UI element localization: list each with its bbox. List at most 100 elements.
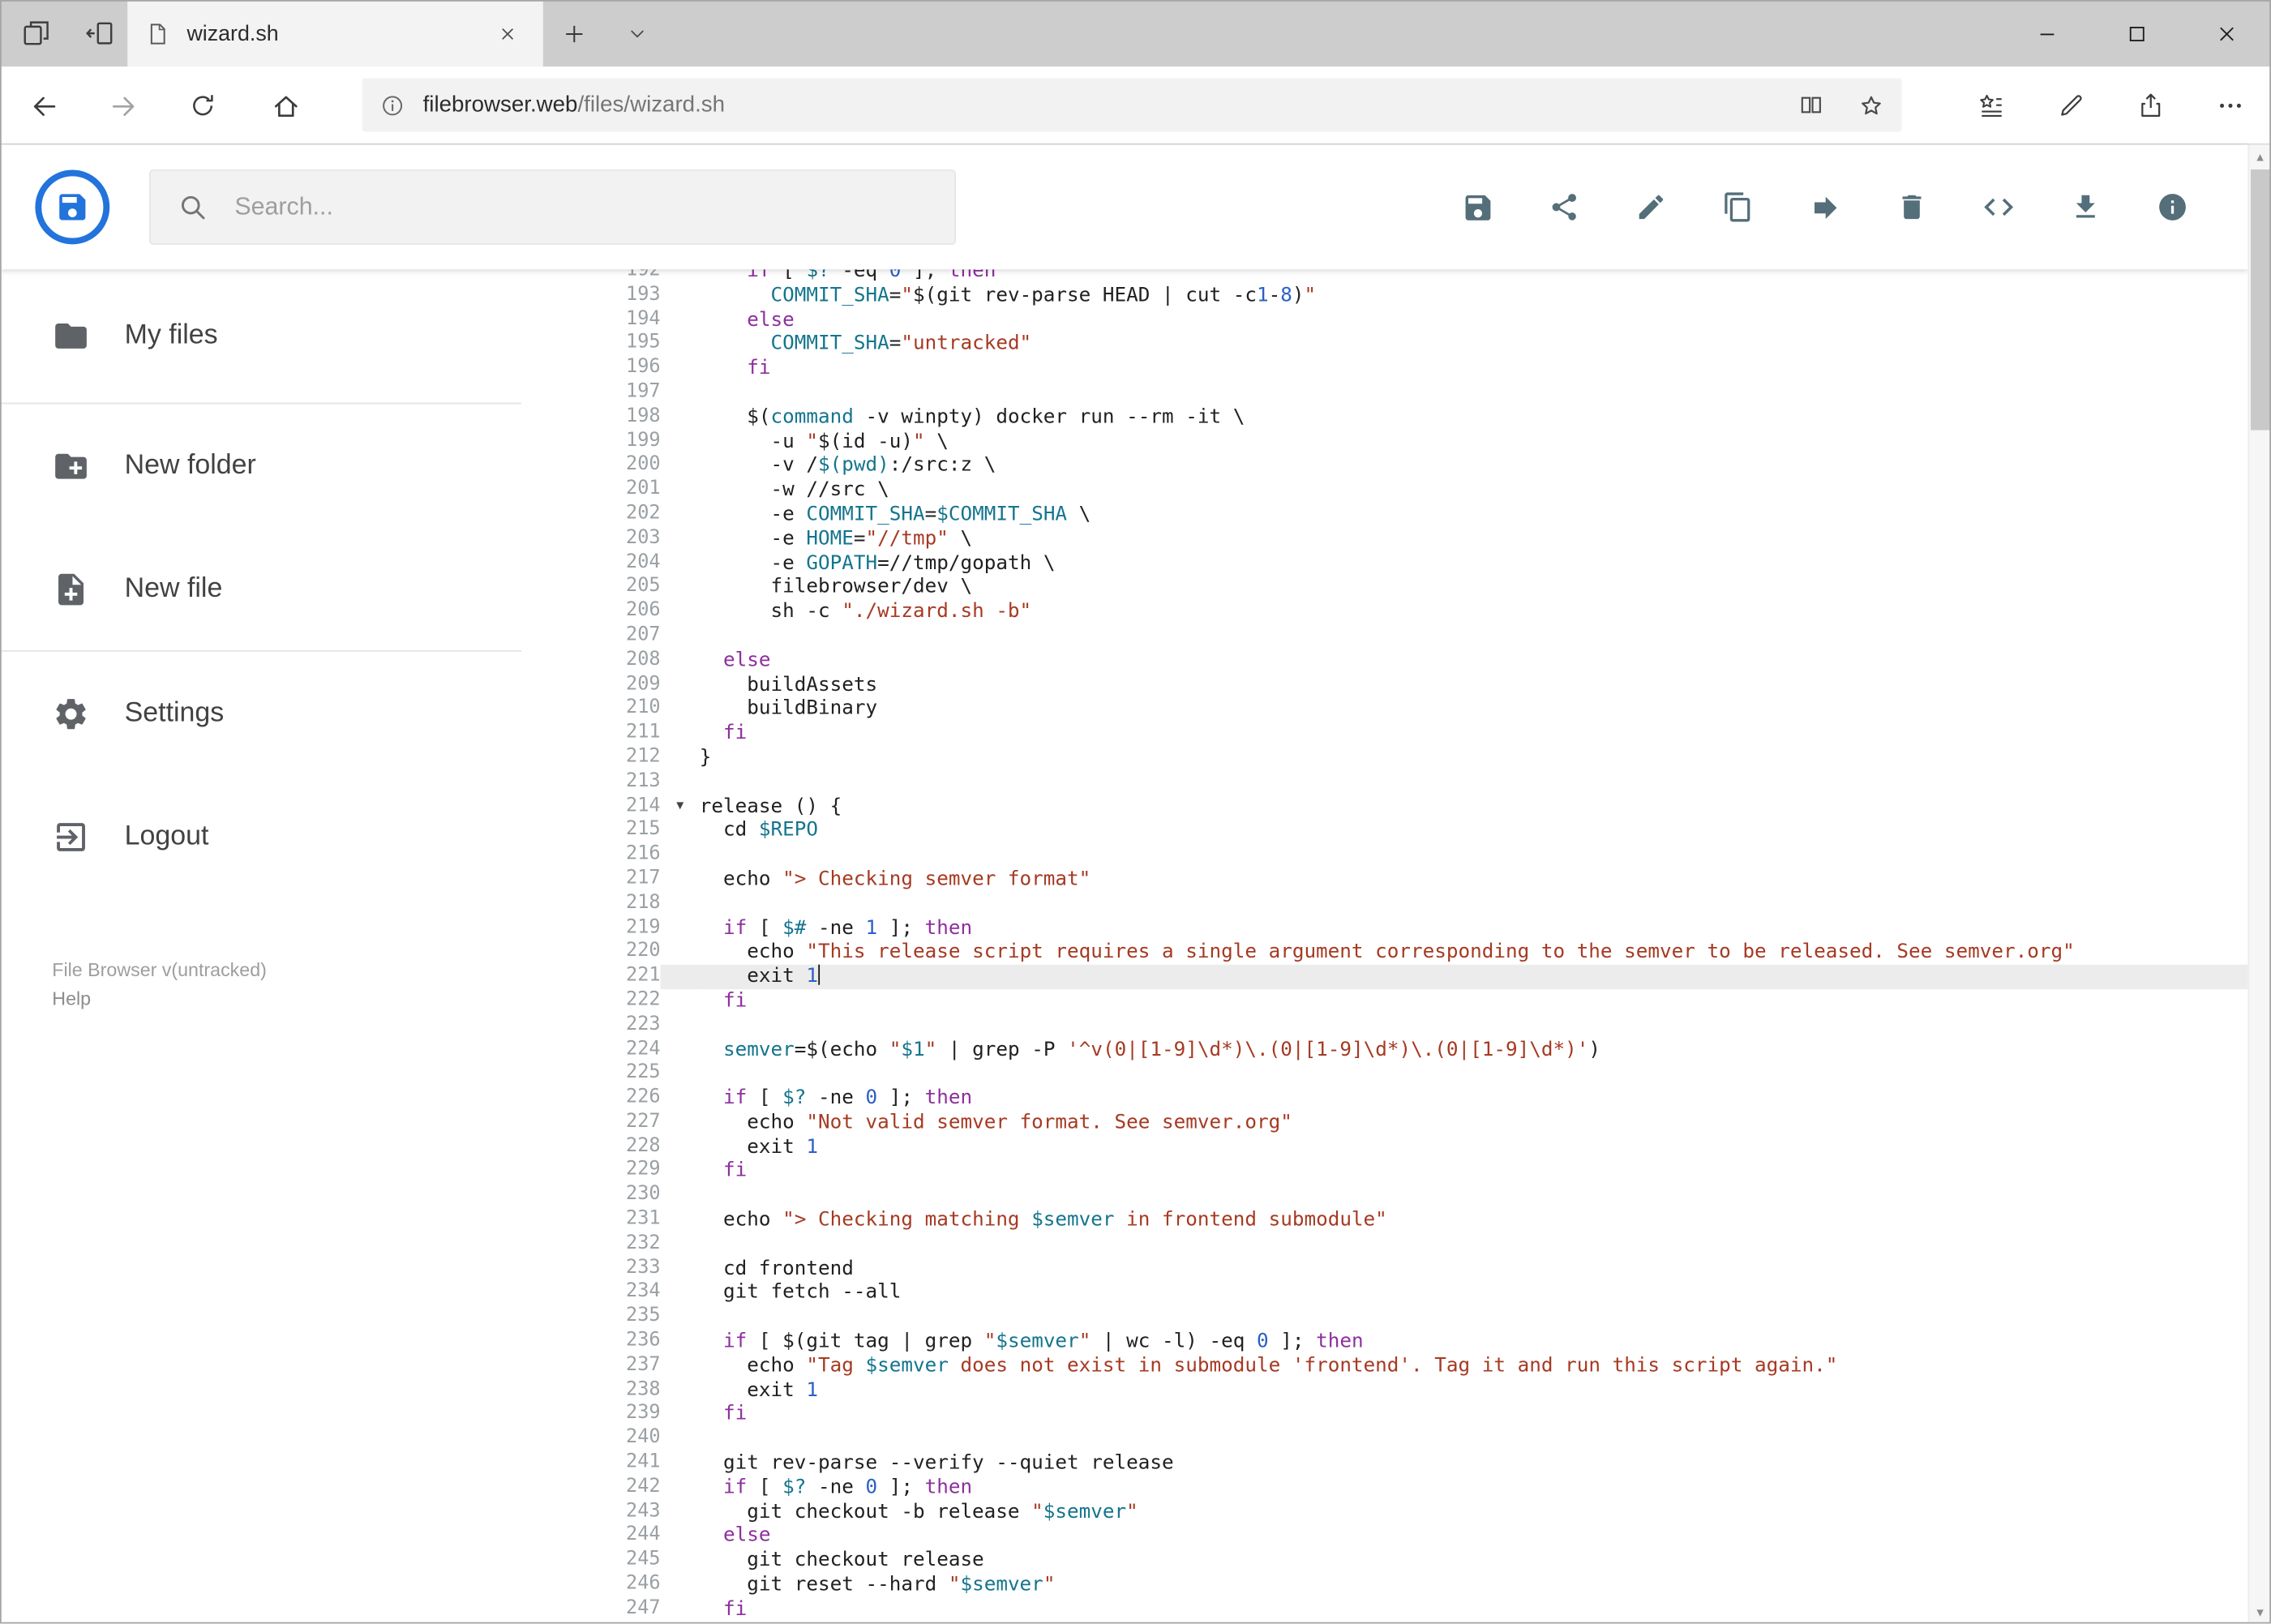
search-input[interactable]: [231, 191, 955, 224]
code-line[interactable]: 241 git rev-parse --verify --quiet relea…: [580, 1451, 2248, 1476]
copy-button[interactable]: [1712, 178, 1763, 236]
code-editor[interactable]: 192 if [ $? -eq 0 ]; then 193 COMMIT_SHA=…: [579, 269, 2248, 1624]
save-button[interactable]: [1451, 178, 1503, 236]
code-line[interactable]: 202 -e COMMIT_SHA=$COMMIT_SHA \: [580, 503, 2248, 527]
scroll-thumb[interactable]: [2250, 169, 2271, 431]
delete-button[interactable]: [1886, 178, 1938, 236]
code-line[interactable]: 238 exit 1: [580, 1378, 2248, 1403]
forward-button[interactable]: [94, 77, 152, 135]
code-line[interactable]: 212}: [580, 746, 2248, 770]
code-line[interactable]: 196 fi: [580, 357, 2248, 381]
tab-close-button[interactable]: [488, 15, 525, 52]
code-line[interactable]: 204 -e GOPATH=//tmp/gopath \: [580, 551, 2248, 576]
code-line[interactable]: 237 echo "Tag $semver does not exist in …: [580, 1354, 2248, 1378]
code-line[interactable]: 220 echo "This release script requires a…: [580, 941, 2248, 965]
code-line[interactable]: 215 cd $REPO: [580, 819, 2248, 843]
code-line[interactable]: 210 buildBinary: [580, 697, 2248, 722]
code-line[interactable]: 192 if [ $? -eq 0 ]; then: [580, 269, 2248, 284]
search-box[interactable]: [148, 169, 956, 245]
minimize-button[interactable]: [2002, 0, 2092, 66]
code-line[interactable]: 205 filebrowser/dev \: [580, 576, 2248, 600]
scroll-up-button[interactable]: ▲: [2249, 145, 2271, 169]
code-line[interactable]: 232: [580, 1232, 2248, 1257]
code-line[interactable]: 195 COMMIT_SHA="untracked": [580, 332, 2248, 357]
code-line[interactable]: 242 if [ $? -ne 0 ]; then: [580, 1476, 2248, 1500]
code-line[interactable]: 228 exit 1: [580, 1135, 2248, 1159]
tab-list-chevron-button[interactable]: [617, 13, 658, 54]
code-line[interactable]: 245 git checkout release: [580, 1549, 2248, 1573]
address-bar[interactable]: filebrowser.web/files/wizard.sh: [362, 78, 1902, 132]
code-line[interactable]: 247 fi: [580, 1597, 2248, 1622]
code-line[interactable]: 197: [580, 381, 2248, 405]
maximize-button[interactable]: [2091, 0, 2181, 66]
home-button[interactable]: [256, 77, 314, 135]
hub-button[interactable]: [1963, 77, 2020, 135]
web-note-button[interactable]: [2042, 77, 2100, 135]
refresh-button[interactable]: [174, 77, 231, 135]
code-line[interactable]: 225: [580, 1062, 2248, 1086]
code-line[interactable]: 198 $(command -v winpty) docker run --rm…: [580, 405, 2248, 430]
code-line[interactable]: 219 if [ $# -ne 1 ]; then: [580, 916, 2248, 941]
code-line[interactable]: 223: [580, 1013, 2248, 1038]
code-view-button[interactable]: [1973, 178, 2025, 236]
site-info-icon[interactable]: [362, 78, 423, 131]
help-link[interactable]: Help: [52, 985, 267, 1014]
info-button[interactable]: [2146, 178, 2198, 236]
code-line[interactable]: 207: [580, 624, 2248, 649]
download-button[interactable]: [2059, 178, 2111, 236]
code-line[interactable]: 221 exit 1: [580, 964, 2248, 989]
reading-view-button[interactable]: [1780, 78, 1840, 131]
code-line[interactable]: 236 if [ $(git tag | grep "$semver" | wc…: [580, 1330, 2248, 1354]
favorite-star-button[interactable]: [1840, 78, 1901, 131]
close-window-button[interactable]: [2181, 0, 2271, 66]
back-button[interactable]: [15, 77, 72, 135]
code-line[interactable]: 224 semver=$(echo "$1" | grep -P '^v(0|[…: [580, 1038, 2248, 1062]
code-line[interactable]: 244 else: [580, 1524, 2248, 1549]
code-line[interactable]: 231 echo "> Checking matching $semver in…: [580, 1208, 2248, 1232]
sidebar-item-new-folder[interactable]: New folder: [0, 404, 521, 527]
share-page-button[interactable]: [2122, 77, 2179, 135]
code-line[interactable]: 209 buildAssets: [580, 673, 2248, 697]
code-line[interactable]: 233 cd frontend: [580, 1257, 2248, 1281]
code-line[interactable]: 229 fi: [580, 1159, 2248, 1184]
share-button[interactable]: [1538, 178, 1590, 236]
sidebar-item-settings[interactable]: Settings: [0, 652, 521, 775]
code-line[interactable]: 235: [580, 1305, 2248, 1330]
sidebar-item-logout[interactable]: Logout: [0, 775, 521, 898]
code-line[interactable]: 203 -e HOME="//tmp" \: [580, 527, 2248, 551]
page-scrollbar[interactable]: ▲ ▼: [2247, 144, 2271, 1624]
code-line[interactable]: 230: [580, 1184, 2248, 1208]
code-line[interactable]: 211 fi: [580, 722, 2248, 746]
tabs-preview-button[interactable]: [15, 11, 58, 55]
move-button[interactable]: [1799, 178, 1851, 236]
code-line[interactable]: 246 git reset --hard "$semver": [580, 1573, 2248, 1597]
code-line[interactable]: 206 sh -c "./wizard.sh -b": [580, 600, 2248, 624]
code-line[interactable]: 200 -v /$(pwd):/src:z \: [580, 454, 2248, 478]
code-line[interactable]: 201 -w //src \: [580, 478, 2248, 503]
sidebar-item-my-files[interactable]: My files: [0, 269, 521, 402]
new-tab-button[interactable]: [552, 11, 596, 55]
sidebar-item-new-file[interactable]: New file: [0, 527, 521, 650]
edit-button[interactable]: [1625, 178, 1677, 236]
code-line[interactable]: 240: [580, 1427, 2248, 1451]
code-line[interactable]: 216: [580, 843, 2248, 868]
more-button[interactable]: [2201, 77, 2259, 135]
code-line[interactable]: 193 COMMIT_SHA="$(git rev-parse HEAD | c…: [580, 284, 2248, 308]
code-line[interactable]: 234 git fetch --all: [580, 1281, 2248, 1305]
code-line[interactable]: 199 -u "$(id -u)" \: [580, 430, 2248, 454]
code-line[interactable]: 239 fi: [580, 1403, 2248, 1427]
code-line[interactable]: 194 else: [580, 308, 2248, 332]
code-line[interactable]: 213: [580, 770, 2248, 795]
code-line[interactable]: 208 else: [580, 649, 2248, 673]
scroll-down-button[interactable]: ▼: [2249, 1600, 2271, 1624]
code-line[interactable]: 227 echo "Not valid semver format. See s…: [580, 1111, 2248, 1135]
browser-tab[interactable]: wizard.sh: [127, 0, 543, 67]
code-line[interactable]: 226 if [ $? -ne 0 ]; then: [580, 1086, 2248, 1111]
code-line[interactable]: 222 fi: [580, 989, 2248, 1013]
code-line[interactable]: 243 git checkout -b release "$semver": [580, 1500, 2248, 1524]
code-line[interactable]: 214 ▾ release () {: [580, 795, 2248, 819]
code-line[interactable]: 218: [580, 892, 2248, 916]
fold-toggle-icon[interactable]: ▾: [661, 795, 700, 819]
code-line[interactable]: 217 echo "> Checking semver format": [580, 868, 2248, 892]
set-tabs-aside-button[interactable]: [78, 11, 122, 55]
